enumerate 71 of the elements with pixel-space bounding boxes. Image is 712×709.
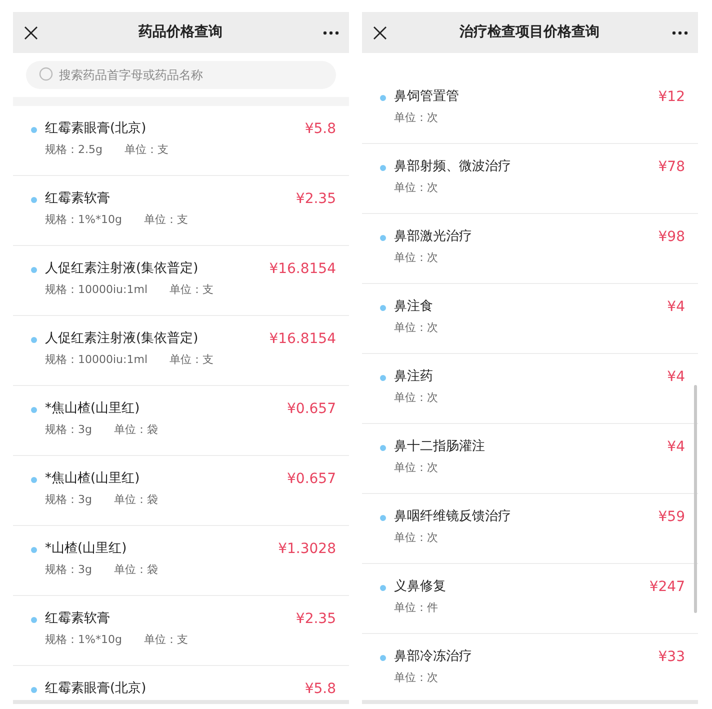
item-name: 红霉素软膏	[45, 610, 111, 628]
price: ¥12	[658, 88, 685, 107]
item-name: 鼻十二指肠灌注	[394, 438, 486, 456]
unit-text: 单位：次	[394, 670, 438, 686]
item-name: 红霉素眼膏(北京)	[45, 120, 148, 138]
item-name: *焦山楂(山里红)	[45, 470, 141, 488]
unit-text: 单位：次	[394, 250, 438, 266]
unit-text: 单位：支	[144, 212, 188, 228]
item-name: 鼻注药	[394, 368, 434, 386]
window-title: 药品价格查询	[138, 23, 224, 42]
price: ¥16.8154	[269, 260, 336, 279]
unit-text: 单位：袋	[114, 562, 158, 578]
search-icon	[39, 67, 55, 83]
price: ¥2.35	[296, 610, 336, 629]
price: ¥247	[649, 578, 685, 597]
window-title: 治疗检查项目价格查询	[458, 23, 600, 42]
spec-text: 规格：3g	[45, 492, 92, 508]
price: ¥33	[658, 648, 685, 667]
item-name: 鼻注食	[394, 298, 434, 316]
unit-text: 单位：次	[394, 530, 438, 546]
unit-text: 单位：支	[144, 632, 188, 648]
price: ¥2.35	[296, 190, 336, 209]
price: ¥16.8154	[269, 330, 336, 349]
spec-text: 规格：10000iu:1ml	[45, 352, 148, 368]
item-name: *山楂(山里红)	[45, 540, 128, 558]
unit-text: 单位：次	[394, 460, 438, 476]
unit-text: 单位：袋	[114, 422, 158, 438]
scrollbar[interactable]	[694, 385, 697, 613]
close-icon[interactable]	[373, 26, 387, 40]
price: ¥4	[667, 438, 685, 457]
item-name: 鼻部射频、微波治疗	[394, 158, 512, 176]
spec-text: 规格：1%*10g	[45, 212, 122, 228]
unit-text: 单位：次	[394, 320, 438, 336]
unit-text: 单位：袋	[114, 492, 158, 508]
spec-text: 规格：10000iu:1ml	[45, 282, 148, 298]
price: ¥0.657	[287, 400, 336, 419]
unit-text: 单位：次	[394, 110, 438, 126]
price: ¥5.8	[304, 680, 336, 699]
spec-text: 规格：3g	[45, 562, 92, 578]
item-name: 鼻饲管置管	[394, 88, 460, 106]
item-name: 人促红素注射液(集依普定)	[45, 260, 200, 278]
unit-text: 单位：次	[394, 180, 438, 196]
item-name: 红霉素眼膏(北京)	[45, 680, 148, 698]
spec-text: 规格：3g	[45, 422, 92, 438]
more-icon[interactable]	[323, 30, 339, 34]
item-name: *焦山楂(山里红)	[45, 400, 141, 418]
price: ¥4	[667, 368, 685, 387]
item-name: 鼻部冷冻治疗	[394, 648, 473, 666]
search-field[interactable]: 搜索药品首字母或药品名称	[26, 61, 336, 89]
price: ¥59	[658, 508, 685, 527]
price: ¥5.8	[304, 120, 336, 139]
item-name: 鼻咽纤维镜反馈治疗	[394, 508, 512, 526]
price: ¥0.657	[287, 470, 336, 489]
unit-text: 单位：支	[170, 282, 214, 298]
more-icon[interactable]	[672, 30, 688, 34]
price: ¥1.3028	[278, 540, 336, 559]
price: ¥78	[658, 158, 685, 177]
item-name: 红霉素软膏	[45, 190, 111, 208]
search-input[interactable]: 搜索药品首字母或药品名称	[59, 66, 323, 84]
item-name: 人促红素注射液(集依普定)	[45, 330, 200, 348]
price: ¥4	[667, 298, 685, 317]
unit-text: 单位：件	[394, 600, 438, 616]
unit-text: 单位：支	[124, 142, 168, 158]
spec-text: 规格：2.5g	[45, 142, 102, 158]
unit-text: 单位：支	[170, 352, 214, 368]
item-name: 义鼻修复	[394, 578, 447, 596]
price: ¥98	[658, 228, 685, 247]
item-name: 鼻部激光治疗	[394, 228, 473, 246]
close-icon[interactable]	[24, 26, 38, 40]
unit-text: 单位：次	[394, 390, 438, 406]
spec-text: 规格：1%*10g	[45, 632, 122, 648]
